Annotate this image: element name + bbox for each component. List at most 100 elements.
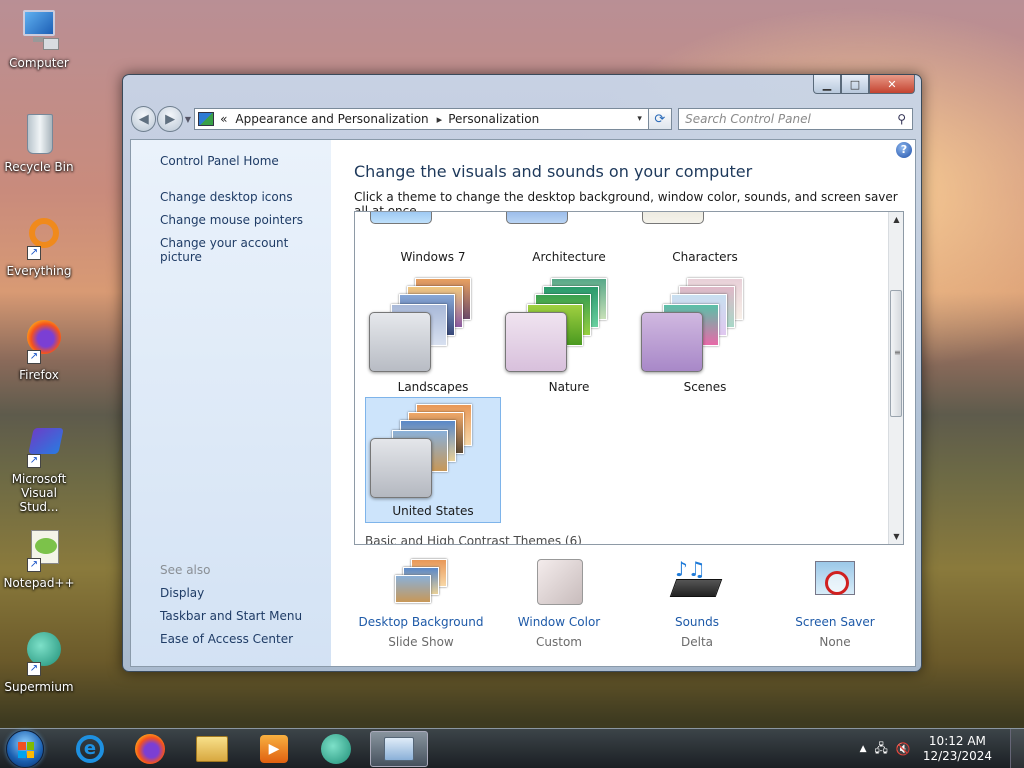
- component-value: None: [819, 635, 851, 649]
- search-placeholder: Search Control Panel: [685, 112, 811, 126]
- taskbar-control-panel[interactable]: [370, 731, 428, 767]
- window-color-link[interactable]: Window Color Custom: [489, 557, 629, 649]
- sidebar-link-display[interactable]: Display: [160, 586, 204, 600]
- desktop-icon-recycle-bin[interactable]: Recycle Bin: [2, 112, 76, 174]
- theme-list: Windows 7 Architecture Characters Landsc…: [354, 211, 904, 545]
- desktop-icon-label: Computer: [9, 56, 69, 70]
- theme-label: Windows 7: [400, 250, 466, 264]
- theme-windows-7[interactable]: Windows 7: [365, 212, 501, 268]
- firefox-icon: ↗: [17, 320, 61, 364]
- sidebar-link-change-account-picture[interactable]: Change your account picture: [160, 236, 331, 264]
- theme-list-scrollbar[interactable]: ▲ ≡ ▼: [888, 212, 903, 544]
- component-title[interactable]: Desktop Background: [351, 615, 491, 629]
- sounds-link[interactable]: ♪♫ Sounds Delta: [627, 557, 767, 649]
- clock-date: 12/23/2024: [922, 749, 992, 763]
- taskbar-firefox[interactable]: [124, 731, 176, 767]
- taskbar-supermium[interactable]: [310, 731, 362, 767]
- component-title[interactable]: Screen Saver: [765, 615, 905, 629]
- desktop-icon-label: Microsoft Visual Stud...: [11, 472, 67, 514]
- theme-united-states[interactable]: United States: [365, 397, 501, 523]
- theme-characters[interactable]: Characters: [637, 212, 773, 268]
- screen-saver-link[interactable]: Screen Saver None: [765, 557, 905, 649]
- search-input[interactable]: Search Control Panel ⚲: [678, 108, 913, 130]
- clock[interactable]: 10:12 AM 12/23/2024: [923, 734, 992, 764]
- desktop-icon-label: Notepad++: [3, 576, 75, 590]
- everything-icon: ↗: [17, 216, 61, 260]
- supermium-icon: ↗: [17, 632, 61, 676]
- address-dropdown-icon[interactable]: ▾: [632, 114, 648, 124]
- main-pane: ? Change the visuals and sounds on your …: [331, 140, 915, 666]
- sounds-icon: ♪♫: [667, 557, 727, 609]
- component-title[interactable]: Window Color: [489, 615, 629, 629]
- theme-color-swatch: [369, 312, 431, 372]
- theme-group-heading[interactable]: Basic and High Contrast Themes (6): [365, 534, 582, 544]
- sidebar-link-ease-of-access[interactable]: Ease of Access Center: [160, 632, 293, 646]
- component-value: Custom: [536, 635, 582, 649]
- theme-label: Scenes: [683, 380, 727, 394]
- theme-architecture[interactable]: Architecture: [501, 212, 637, 268]
- theme-landscapes[interactable]: Landscapes: [365, 272, 501, 398]
- theme-label: Architecture: [532, 250, 606, 264]
- recent-pages-dropdown[interactable]: ▼: [185, 115, 191, 124]
- show-desktop-button[interactable]: [1010, 729, 1024, 768]
- window-controls: ▁ □ ✕: [813, 75, 915, 94]
- theme-label: Nature: [548, 380, 590, 394]
- shortcut-arrow-icon: ↗: [27, 454, 41, 468]
- address-chevrons[interactable]: «: [220, 112, 227, 126]
- taskbar: e ▶ ▲ 🖧 🔇 10:12 AM 12/23/2024: [0, 728, 1024, 768]
- sidebar-link-taskbar-start-menu[interactable]: Taskbar and Start Menu: [160, 609, 302, 623]
- theme-scenes[interactable]: Scenes: [637, 272, 773, 398]
- back-button[interactable]: ◀: [131, 106, 157, 132]
- window-content: Control Panel Home Change desktop icons …: [130, 139, 916, 667]
- breadcrumb-appearance[interactable]: Appearance and Personalization: [235, 112, 428, 126]
- scroll-down-arrow-icon[interactable]: ▼: [889, 529, 903, 544]
- minimize-button[interactable]: ▁: [813, 75, 841, 94]
- desktop-icon-everything[interactable]: ↗ Everything: [2, 216, 76, 278]
- sidebar-link-change-mouse-pointers[interactable]: Change mouse pointers: [160, 213, 303, 227]
- volume-muted-icon[interactable]: 🔇: [896, 742, 911, 756]
- theme-color-swatch: [370, 438, 432, 498]
- theme-thumbnail: [506, 212, 568, 224]
- theme-label: Landscapes: [397, 380, 469, 394]
- show-hidden-icons-button[interactable]: ▲: [860, 744, 867, 754]
- scroll-thumb[interactable]: ≡: [890, 290, 902, 417]
- breadcrumb-personalization[interactable]: Personalization: [448, 112, 539, 126]
- refresh-button[interactable]: ⟳: [648, 108, 673, 130]
- page-title: Change the visuals and sounds on your co…: [354, 162, 753, 181]
- forward-button[interactable]: ▶: [157, 106, 183, 132]
- start-button[interactable]: [6, 730, 44, 768]
- shortcut-arrow-icon: ↗: [27, 662, 41, 676]
- component-title[interactable]: Sounds: [627, 615, 767, 629]
- breadcrumb-separator-icon[interactable]: ▸: [437, 113, 443, 126]
- taskbar-internet-explorer[interactable]: e: [64, 731, 116, 767]
- desktop-background-icon: [391, 557, 451, 609]
- desktop-background-link[interactable]: Desktop Background Slide Show: [351, 557, 491, 649]
- desktop-icon-visual-studio[interactable]: ↗ Microsoft Visual Stud...: [2, 424, 76, 514]
- internet-explorer-icon: e: [76, 735, 104, 763]
- maximize-button[interactable]: □: [841, 75, 869, 94]
- sidebar-link-control-panel-home[interactable]: Control Panel Home: [160, 154, 279, 168]
- firefox-icon: [135, 734, 165, 764]
- close-button[interactable]: ✕: [869, 75, 915, 94]
- address-bar[interactable]: « Appearance and Personalization ▸ Perso…: [194, 108, 649, 130]
- desktop-icon-computer[interactable]: Computer: [2, 8, 76, 70]
- theme-color-swatch: [505, 312, 567, 372]
- shortcut-arrow-icon: ↗: [27, 350, 41, 364]
- theme-nature[interactable]: Nature: [501, 272, 637, 398]
- screen-saver-icon: [805, 557, 865, 609]
- shortcut-arrow-icon: ↗: [27, 558, 41, 572]
- taskbar-file-explorer[interactable]: [186, 731, 238, 767]
- help-icon[interactable]: ?: [896, 142, 912, 158]
- sidebar-link-change-desktop-icons[interactable]: Change desktop icons: [160, 190, 293, 204]
- theme-label: United States: [392, 504, 474, 518]
- desktop-icon-firefox[interactable]: ↗ Firefox: [2, 320, 76, 382]
- desktop-icon-notepadpp[interactable]: ↗ Notepad++: [2, 528, 76, 590]
- search-icon[interactable]: ⚲: [897, 112, 906, 126]
- taskbar-media-player[interactable]: ▶: [248, 731, 300, 767]
- personalization-window: ▁ □ ✕ ◀ ▶ ▼ « Appearance and Personaliza…: [122, 74, 922, 672]
- network-icon[interactable]: 🖧: [874, 739, 887, 760]
- scroll-up-arrow-icon[interactable]: ▲: [889, 212, 903, 227]
- control-panel-icon: [198, 112, 215, 126]
- desktop-icon-supermium[interactable]: ↗ Supermium: [2, 632, 76, 694]
- scroll-grip-icon: ≡: [894, 348, 901, 357]
